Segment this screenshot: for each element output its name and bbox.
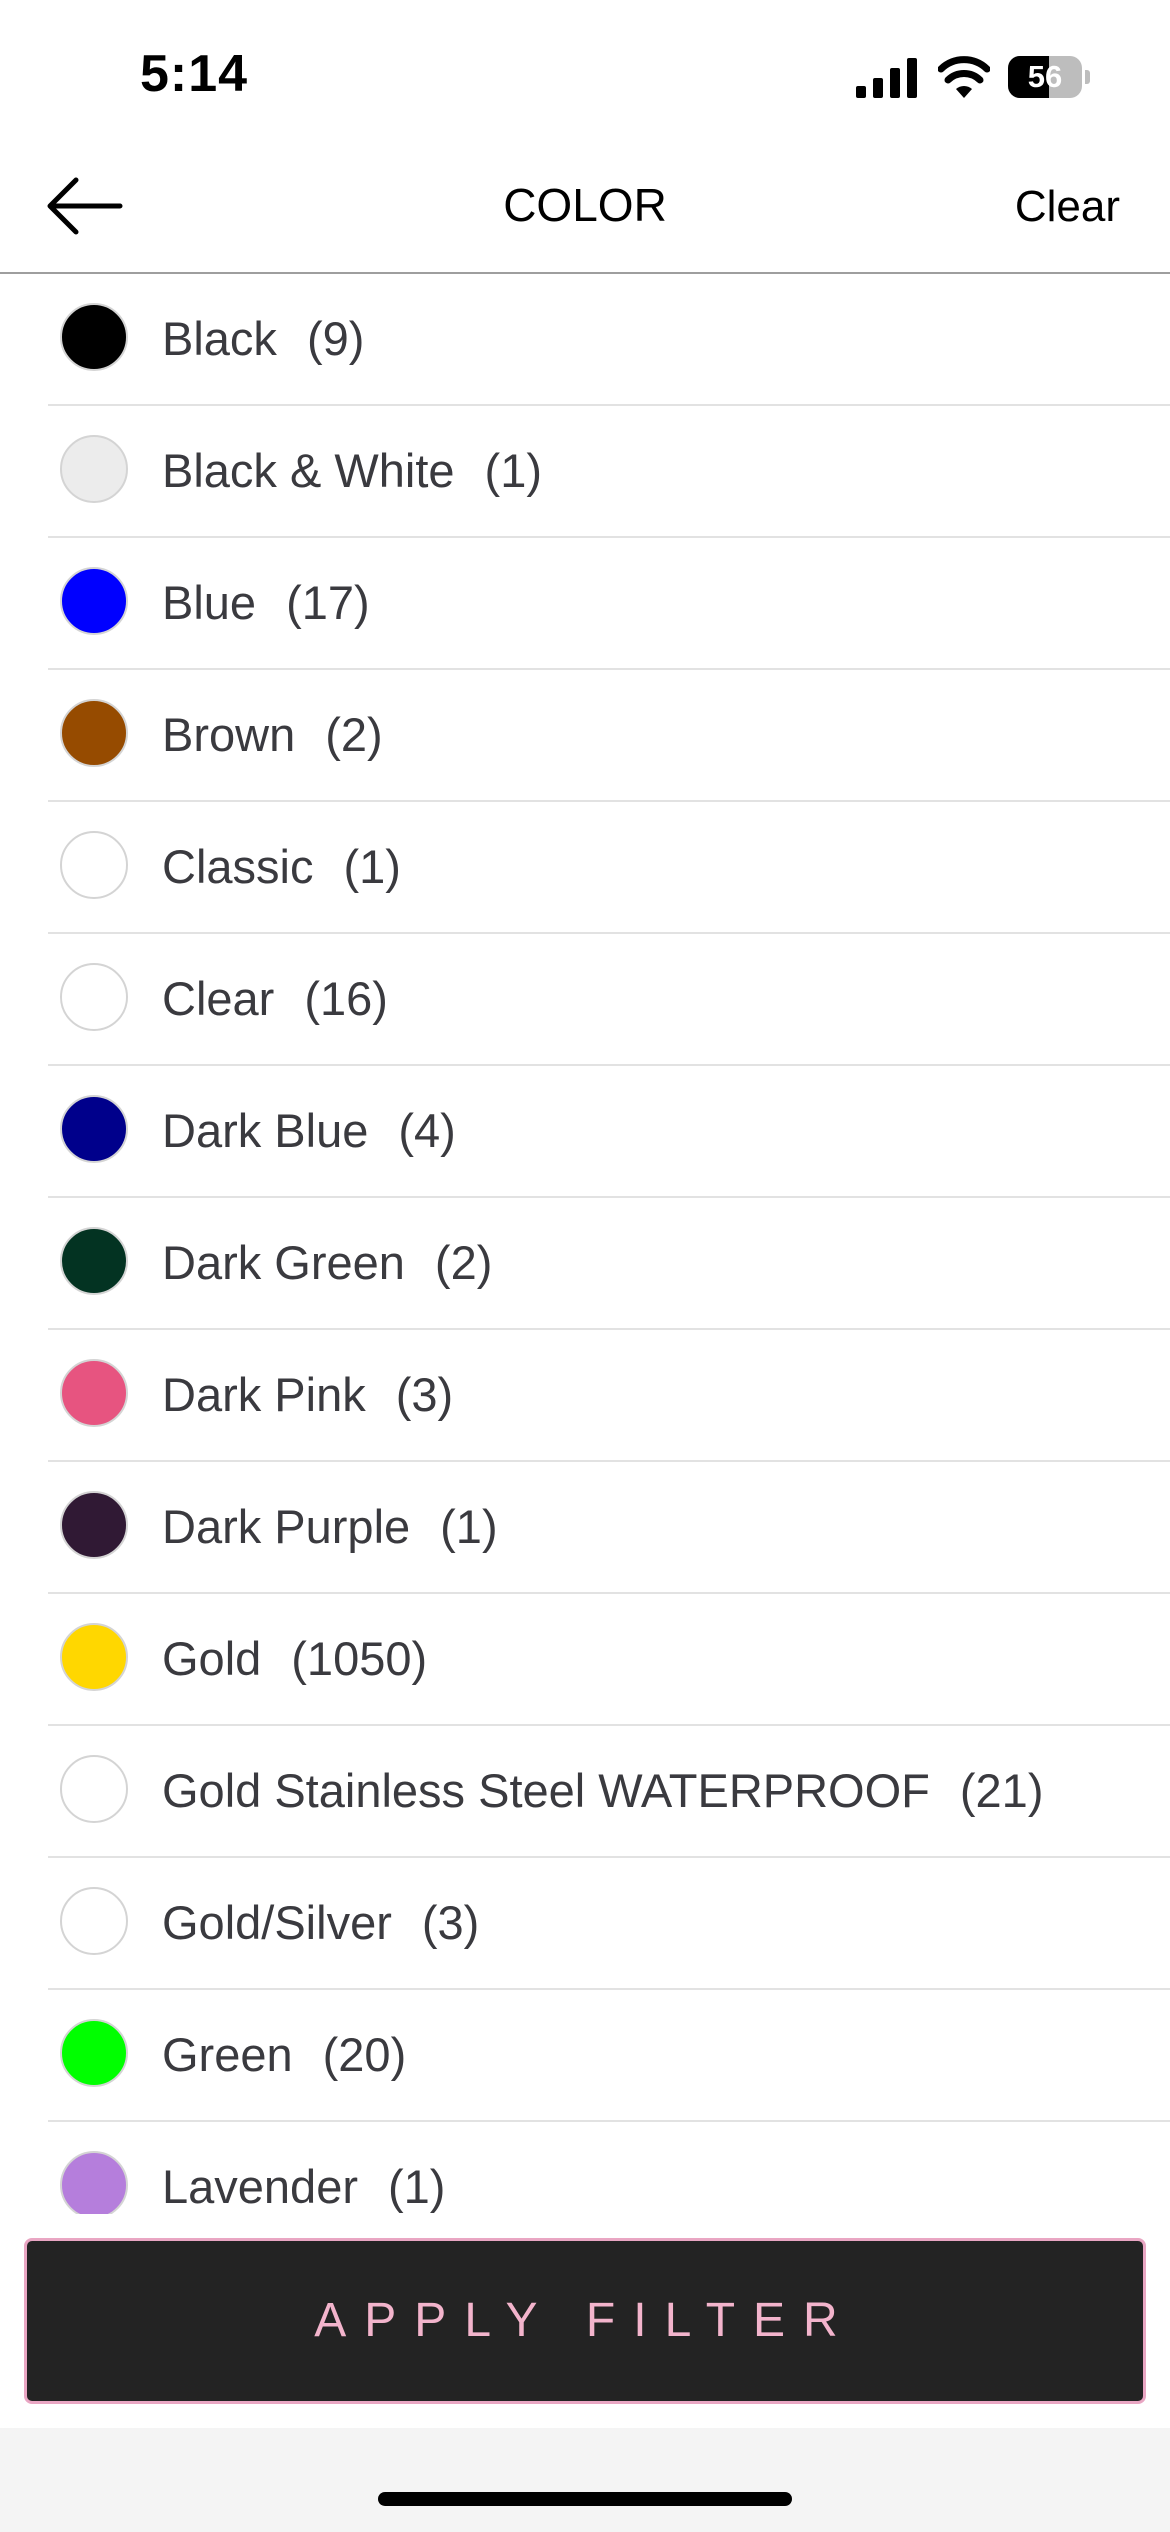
color-count: (17) [286,576,370,629]
color-swatch [60,699,128,767]
color-option-row[interactable]: Lavender (1) [48,2122,1170,2214]
color-option-row[interactable]: Gold/Silver (3) [48,1858,1170,1990]
color-swatch [60,1623,128,1691]
cellular-signal-icon [856,58,917,98]
color-swatch [60,1491,128,1559]
color-count: (20) [322,2028,407,2081]
clear-button[interactable]: Clear [1015,182,1120,232]
color-swatch [60,1887,128,1955]
color-option-row[interactable]: Green (20) [48,1990,1170,2122]
color-name: Brown [162,708,296,761]
status-bar: 5:14 56 [0,0,1170,150]
color-swatch [60,303,128,371]
color-option-row[interactable]: Black (9) [48,274,1170,406]
color-count: (2) [325,708,383,761]
color-name: Dark Blue [162,1104,369,1157]
color-name: Classic [162,840,314,893]
color-swatch [60,435,128,503]
color-option-row[interactable]: Dark Blue (4) [48,1066,1170,1198]
color-name: Clear [162,972,275,1025]
color-name: Gold/Silver [162,1896,392,1949]
color-list: Black (9) Black & White (1) Blue (17) Brown (2)… [0,274,1170,2214]
color-count: (1) [484,444,542,497]
color-count: (21) [959,1764,1044,1817]
color-option-label: Dark Green (2) [162,1198,492,1328]
home-bar-area [0,2428,1170,2532]
color-swatch [60,567,128,635]
color-name: Black [162,312,277,365]
color-option-label: Classic (1) [162,802,401,932]
color-name: Gold [162,1632,262,1685]
color-count: (1050) [291,1632,428,1685]
color-option-label: Black (9) [162,274,364,404]
color-swatch [60,2019,128,2087]
color-name: Green [162,2028,293,2081]
battery-icon: 56 [1008,56,1090,98]
color-name: Blue [162,576,257,629]
page-title: COLOR [503,179,667,231]
color-option-label: Lavender (1) [162,2122,445,2214]
home-indicator[interactable] [378,2492,792,2506]
color-count: (1) [388,2160,446,2213]
color-option-row[interactable]: Clear (16) [48,934,1170,1066]
color-name: Dark Green [162,1236,405,1289]
color-option-row[interactable]: Dark Green (2) [48,1198,1170,1330]
color-count: (1) [343,840,401,893]
color-swatch [60,1755,128,1823]
color-option-label: Black & White (1) [162,406,542,536]
color-count: (9) [306,312,365,365]
color-option-label: Brown (2) [162,670,383,800]
color-name: Dark Pink [162,1368,366,1421]
color-option-row[interactable]: Classic (1) [48,802,1170,934]
color-option-label: Dark Pink (3) [162,1330,453,1460]
status-time: 5:14 [140,45,249,103]
color-option-label: Dark Blue (4) [162,1066,456,1196]
color-option-row[interactable]: Gold Stainless Steel WATERPROOF (21) [48,1726,1170,1858]
color-count: (1) [440,1500,498,1553]
apply-filter-label: APPLY FILTER [314,2294,856,2347]
color-name: Gold Stainless Steel WATERPROOF [162,1764,930,1817]
color-swatch [60,963,128,1031]
color-count: (4) [398,1104,456,1157]
color-option-row[interactable]: Dark Purple (1) [48,1462,1170,1594]
color-swatch [60,1227,128,1295]
color-option-row[interactable]: Brown (2) [48,670,1170,802]
color-option-label: Dark Purple (1) [162,1462,498,1592]
color-option-row[interactable]: Blue (17) [48,538,1170,670]
color-swatch [60,831,128,899]
header: COLOR Clear [0,150,1170,274]
wifi-icon [938,56,990,98]
color-option-row[interactable]: Gold (1050) [48,1594,1170,1726]
color-name: Lavender [162,2160,358,2213]
color-option-row[interactable]: Black & White (1) [48,406,1170,538]
color-option-label: Clear (16) [162,934,388,1064]
color-count: (3) [421,1896,480,1949]
color-count: (3) [395,1368,454,1421]
color-count: (16) [304,972,388,1025]
apply-filter-button[interactable]: APPLY FILTER [24,2238,1146,2404]
color-option-label: Gold (1050) [162,1594,427,1724]
battery-percent: 56 [1027,59,1063,94]
color-swatch [60,1095,128,1163]
apply-filter-bar: APPLY FILTER [0,2214,1170,2428]
color-option-label: Gold/Silver (3) [162,1858,479,1988]
color-name: Black & White [162,444,455,497]
color-swatch [60,2151,128,2214]
color-option-label: Gold Stainless Steel WATERPROOF (21) [162,1726,1043,1856]
color-option-label: Blue (17) [162,538,370,668]
color-option-label: Green (20) [162,1990,406,2120]
color-option-row[interactable]: Dark Pink (3) [48,1330,1170,1462]
color-swatch [60,1359,128,1427]
color-name: Dark Purple [162,1500,411,1553]
color-count: (2) [434,1236,493,1289]
